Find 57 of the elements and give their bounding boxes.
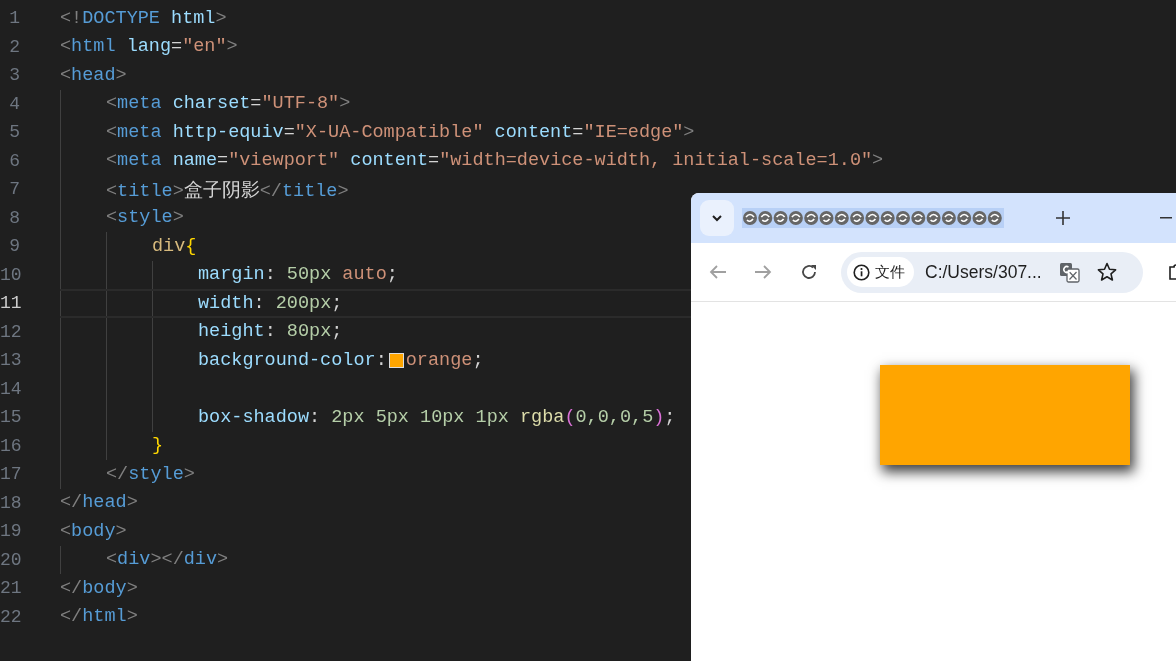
line-number: 4: [8, 93, 20, 114]
code-line: <meta name="viewport" content="width=device-width, initial-scale=1.0">: [106, 150, 884, 172]
line-number: 10: [0, 264, 20, 285]
line-number: 1: [8, 8, 20, 29]
line-number: 18: [0, 492, 20, 513]
code-line: <title>盒子阴影</title>: [106, 179, 349, 202]
code-line: <head>: [60, 64, 127, 86]
code-line: background-color:: [198, 349, 387, 371]
code-line: </head>: [60, 492, 138, 514]
line-number: 9: [8, 236, 20, 257]
forward-arrow-icon: [754, 264, 772, 280]
line-number: 21: [0, 578, 20, 599]
line-number: 6: [8, 150, 20, 171]
line-number: 16: [0, 435, 20, 456]
line-number: 17: [0, 464, 20, 485]
url-text: C:/Users/307...: [925, 261, 1042, 283]
address-bar[interactable]: 文件 C:/Users/307...: [841, 251, 1143, 293]
line-number: 12: [0, 321, 20, 342]
line-number: 8: [8, 207, 20, 228]
code-line: </style>: [106, 463, 195, 485]
code-line: orange;: [405, 349, 484, 371]
line-number: 5: [8, 122, 20, 143]
code-line: }: [152, 435, 164, 457]
site-info-chip[interactable]: 文件: [847, 257, 914, 287]
code-line: <body>: [60, 520, 127, 542]
code-line: <html lang="en">: [60, 36, 238, 58]
line-number: 22: [0, 606, 20, 627]
back-arrow-icon: [709, 264, 727, 280]
line-number: 13: [0, 350, 20, 371]
line-number: 2: [8, 36, 20, 57]
line-number: 3: [8, 65, 20, 86]
new-tab-icon[interactable]: [1056, 211, 1070, 225]
code-line: <meta http-equiv="X-UA-Compatible" content="IE=edge">: [106, 121, 695, 143]
line-number: 19: [0, 521, 20, 542]
code-line: <div></div>: [106, 549, 229, 571]
color-swatch-icon[interactable]: [388, 352, 404, 368]
code-line: <meta charset="UTF-8">: [106, 93, 351, 115]
code-line: </html>: [60, 606, 138, 628]
line-number: 15: [0, 407, 20, 428]
code-line: width: 200px;: [198, 292, 343, 314]
reload-icon: [800, 263, 818, 281]
code-line: </body>: [60, 577, 138, 599]
code-line: margin: 50px auto;: [198, 264, 398, 286]
code-line: height: 80px;: [198, 321, 343, 343]
chevron-down-icon: [711, 214, 723, 222]
code-line: div{: [152, 235, 197, 257]
line-number: 11: [0, 293, 20, 314]
code-line: box-shadow: 2px 5px 10px 1px rgba(0,0,0,5);: [198, 406, 676, 428]
code-line: <style>: [106, 207, 184, 229]
star-icon[interactable]: [1096, 262, 1117, 282]
line-number: 14: [0, 378, 20, 399]
code-line: <!DOCTYPE html>: [60, 7, 227, 29]
line-number: 20: [0, 549, 20, 570]
minimize-icon[interactable]: [1160, 217, 1172, 219]
line-number: 7: [8, 179, 20, 200]
info-icon: [853, 263, 870, 281]
translate-icon[interactable]: [1058, 261, 1080, 283]
